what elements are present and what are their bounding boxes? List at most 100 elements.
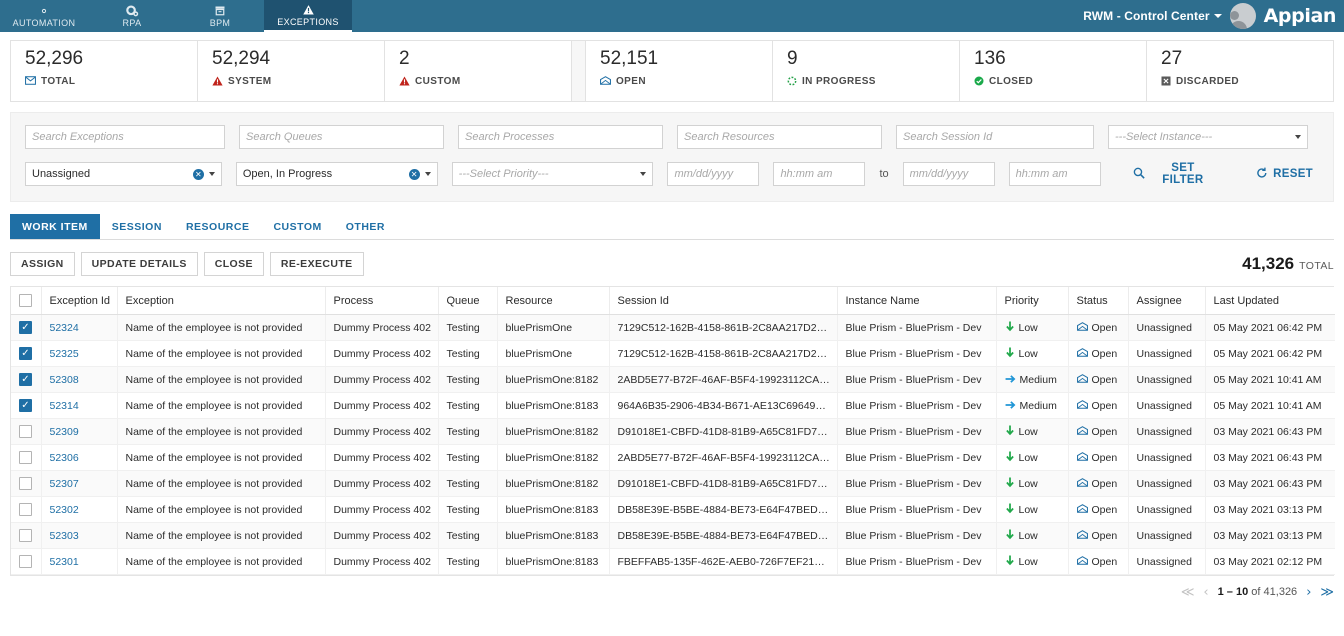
set-filter-button[interactable]: SET FILTER <box>1127 161 1223 187</box>
column-header-priority[interactable]: Priority <box>996 287 1069 315</box>
cell-resource: bluePrismOne:8182 <box>497 418 610 445</box>
column-header-assignee[interactable]: Assignee <box>1128 287 1206 315</box>
tab-resource[interactable]: RESOURCE <box>174 214 262 239</box>
column-header-instance-name[interactable]: Instance Name <box>837 287 997 315</box>
row-checkbox[interactable] <box>19 477 32 490</box>
column-header-last-updated[interactable]: Last Updated <box>1205 287 1335 315</box>
nav-label-exceptions: EXCEPTIONS <box>277 17 339 27</box>
time-from-input[interactable] <box>773 162 866 186</box>
cell-last-updated: 03 May 2021 06:43 PM <box>1205 418 1335 445</box>
row-select-cell <box>11 548 42 575</box>
pagination-range: 1 – 10 <box>1217 586 1249 598</box>
tenant-selector[interactable]: RWM - Control Center <box>1083 9 1222 23</box>
column-header-exception[interactable]: Exception <box>117 287 326 315</box>
search-exceptions-input[interactable] <box>25 125 225 149</box>
search-processes-input[interactable] <box>458 125 663 149</box>
top-navigation-bar: AUTOMATION RPA BPM EXCEPTIONS RWM - Cont… <box>0 0 1344 32</box>
assign-button[interactable]: ASSIGN <box>10 252 75 276</box>
kpi-card-system[interactable]: 52,294 SYSTEM <box>198 41 385 101</box>
table-row[interactable]: 52309 Name of the employee is not provide… <box>11 418 1335 445</box>
table-row[interactable]: ✓ 52324 Name of the employee is not provid… <box>11 314 1335 341</box>
cell-exception: Name of the employee is not provided <box>117 522 326 549</box>
search-queues-input[interactable] <box>239 125 444 149</box>
update-details-button[interactable]: UPDATE DETAILS <box>80 252 198 276</box>
nav-item-automation[interactable]: AUTOMATION <box>0 0 88 32</box>
column-header-resource[interactable]: Resource <box>497 287 610 315</box>
row-checkbox[interactable]: ✓ <box>19 373 32 386</box>
kpi-card-closed[interactable]: 136 CLOSED <box>960 41 1147 101</box>
table-row[interactable]: ✓ 52325 Name of the employee is not provid… <box>11 340 1335 367</box>
kpi-card-custom[interactable]: 2 CUSTOM <box>385 41 572 101</box>
reset-button[interactable]: RESET <box>1250 166 1319 183</box>
double-chevron-left-icon[interactable]: ≪ <box>1181 585 1195 600</box>
tab-work-item[interactable]: WORK ITEM <box>10 214 100 239</box>
row-checkbox[interactable] <box>19 529 32 542</box>
avatar[interactable] <box>1229 3 1256 29</box>
nav-item-exceptions[interactable]: EXCEPTIONS <box>264 0 352 32</box>
exception-id-link[interactable]: 52308 <box>50 374 79 386</box>
tab-other[interactable]: OTHER <box>334 214 397 239</box>
clear-icon[interactable]: ✕ <box>192 168 204 180</box>
search-session-id-input[interactable] <box>896 125 1094 149</box>
column-header-process[interactable]: Process <box>325 287 439 315</box>
select-all-checkbox[interactable] <box>19 294 32 307</box>
row-checkbox[interactable]: ✓ <box>19 399 32 412</box>
cell-status: Open <box>1068 340 1129 367</box>
table-row[interactable]: 52301 Name of the employee is not provide… <box>11 548 1335 575</box>
row-select-cell <box>11 470 42 497</box>
cell-exception: Name of the employee is not provided <box>117 418 326 445</box>
kpi-value-in-progress: 9 <box>787 48 798 69</box>
kpi-card-in-progress[interactable]: 9 IN PROGRESS <box>773 41 960 101</box>
tab-custom[interactable]: CUSTOM <box>261 214 333 239</box>
kpi-summary-bar: 52,296 TOTAL 52,294 SYSTEM 2 CUSTOM 52,1… <box>10 40 1334 102</box>
nav-item-rpa[interactable]: RPA <box>88 0 176 32</box>
assignee-value: Unassigned <box>32 168 91 180</box>
close-button[interactable]: CLOSE <box>203 252 264 276</box>
kpi-card-total[interactable]: 52,296 TOTAL <box>11 41 198 101</box>
time-to-input[interactable] <box>1008 162 1101 186</box>
search-resources-input[interactable] <box>677 125 882 149</box>
column-header-queue[interactable]: Queue <box>438 287 498 315</box>
table-row[interactable]: 52302 Name of the employee is not provide… <box>11 496 1335 523</box>
exception-id-link[interactable]: 52307 <box>50 478 79 490</box>
chevron-right-icon[interactable]: › <box>1306 585 1311 600</box>
select-instance-dropdown[interactable]: ---Select Instance--- <box>1108 125 1308 149</box>
priority-label: Low <box>1018 503 1038 516</box>
row-checkbox[interactable] <box>19 425 32 438</box>
kpi-card-discarded[interactable]: 27 DISCARDED <box>1147 41 1333 101</box>
row-checkbox[interactable] <box>19 451 32 464</box>
cell-status: Open <box>1068 444 1129 471</box>
exception-id-link[interactable]: 52303 <box>50 530 79 542</box>
row-checkbox[interactable] <box>19 503 32 516</box>
exception-id-link[interactable]: 52324 <box>50 322 79 334</box>
column-header-exception-id[interactable]: Exception Id <box>41 287 118 315</box>
table-row[interactable]: 52307 Name of the employee is not provide… <box>11 470 1335 497</box>
kpi-card-open[interactable]: 52,151 OPEN <box>586 41 773 101</box>
exception-id-link[interactable]: 52309 <box>50 426 79 438</box>
table-row[interactable]: ✓ 52314 Name of the employee is not provid… <box>11 392 1335 419</box>
date-from-input[interactable] <box>667 162 760 186</box>
row-checkbox[interactable] <box>19 555 32 568</box>
double-chevron-right-icon[interactable]: ≫ <box>1320 585 1334 600</box>
table-row[interactable]: ✓ 52308 Name of the employee is not provid… <box>11 366 1335 393</box>
table-row[interactable]: 52306 Name of the employee is not provide… <box>11 444 1335 471</box>
table-row[interactable]: 52303 Name of the employee is not provide… <box>11 522 1335 549</box>
tab-session[interactable]: SESSION <box>100 214 174 239</box>
priority-dropdown[interactable]: ---Select Priority--- <box>451 162 654 186</box>
exception-id-link[interactable]: 52301 <box>50 556 79 568</box>
exception-id-link[interactable]: 52314 <box>50 400 79 412</box>
column-header-session-id[interactable]: Session Id <box>609 287 838 315</box>
status-dropdown[interactable]: Open, In Progress ✕ <box>235 162 438 186</box>
exception-id-link[interactable]: 52306 <box>50 452 79 464</box>
exception-id-link[interactable]: 52302 <box>50 504 79 516</box>
re-execute-button[interactable]: RE-EXECUTE <box>269 252 364 276</box>
assignee-dropdown[interactable]: Unassigned ✕ <box>25 162 222 186</box>
nav-item-bpm[interactable]: BPM <box>176 0 264 32</box>
row-checkbox[interactable]: ✓ <box>19 347 32 360</box>
column-header-status[interactable]: Status <box>1068 287 1129 315</box>
exception-id-link[interactable]: 52325 <box>50 348 79 360</box>
date-to-input[interactable] <box>902 162 995 186</box>
clear-icon[interactable]: ✕ <box>408 168 420 180</box>
row-checkbox[interactable]: ✓ <box>19 321 32 334</box>
chevron-left-icon[interactable]: ‹ <box>1203 585 1208 600</box>
